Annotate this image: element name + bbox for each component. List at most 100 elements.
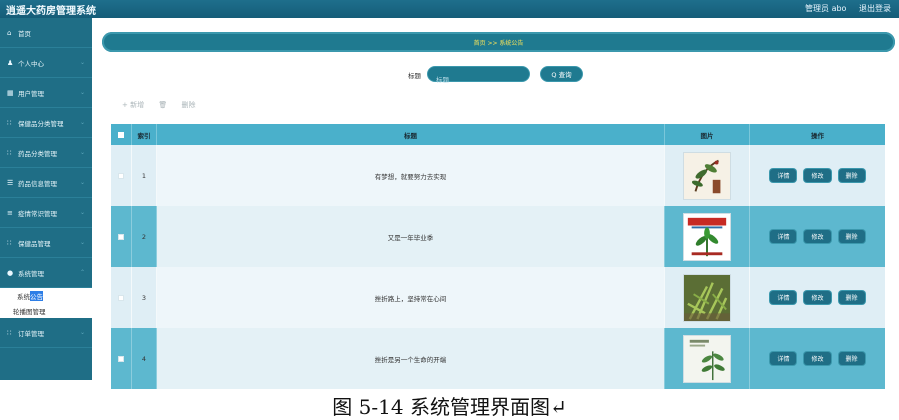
delete-row-button[interactable]: 删除 — [838, 230, 865, 243]
row-checkbox[interactable] — [118, 172, 124, 179]
row-index: 4 — [132, 328, 157, 389]
notice-image — [683, 334, 731, 383]
search-button[interactable]: Q 查询 — [540, 66, 583, 82]
header-cell-checkbox — [111, 124, 132, 145]
table-row: 4 挫折是另一个生命的开端 详情 修改 删除 — [111, 328, 885, 389]
row-checkbox-cell — [111, 328, 132, 389]
sidebar-item-label: 用户管理 — [18, 89, 44, 98]
chevron-down-icon: ⌄ — [79, 239, 85, 246]
sidebar-item-label: 药品信息管理 — [18, 179, 57, 188]
submenu-notice-part1: 系统 — [17, 292, 30, 301]
row-checkbox-cell — [111, 145, 132, 206]
apps-icon: ∷ — [7, 148, 12, 157]
top-right: 管理员 abo 退出登录 — [795, 3, 891, 14]
header-cell-ops: 操作 — [811, 131, 824, 140]
sidebar-item-label: 系统管理 — [18, 269, 44, 278]
delete-row-button[interactable]: 删除 — [838, 169, 865, 182]
sidebar-item-label: 疫情常识管理 — [18, 209, 57, 218]
row-checkbox-cell — [111, 267, 132, 328]
chevron-down-icon: ⌄ — [79, 89, 85, 96]
apps-icon: ∷ — [7, 118, 12, 127]
chevron-down-icon: ⌄ — [79, 209, 85, 216]
edit-button[interactable]: 修改 — [804, 230, 831, 243]
detail-button[interactable]: 详情 — [770, 230, 797, 243]
trash-icon: 🗑 — [158, 101, 168, 109]
menu-icon: ≡ — [7, 208, 13, 217]
row-actions: 详情 修改 删除 — [750, 267, 885, 328]
sidebar-item-label: 订单管理 — [18, 329, 44, 338]
row-checkbox[interactable] — [118, 233, 124, 240]
header-cell-image: 图片 — [665, 124, 750, 145]
row-image-cell — [665, 206, 750, 267]
submenu-notice-part2: 公告 — [30, 290, 43, 301]
row-image-cell — [665, 328, 750, 389]
sidebar-item-drug-category[interactable]: ∷ 药品分类管理 ⌄ — [0, 138, 92, 168]
row-title: 挫折路上，坚持常在心间 — [157, 267, 665, 328]
detail-button[interactable]: 详情 — [770, 352, 797, 365]
search-label: 标题 — [408, 72, 421, 80]
notice-table: 索引 标题 图片 操作 1 有梦想，就要努力去实现 详情 修改 删除 2 又是一… — [111, 124, 885, 389]
sidebar-item-system[interactable]: ● 系统管理 ⌃ — [0, 258, 92, 288]
sidebar-item-healthcare[interactable]: ∷ 保健品管理 ⌄ — [0, 228, 92, 258]
edit-button[interactable]: 修改 — [804, 291, 831, 304]
edit-button[interactable]: 修改 — [804, 169, 831, 182]
chevron-down-icon: ⌄ — [79, 59, 85, 66]
user-icon: ♟ — [7, 58, 14, 67]
chevron-down-icon: ⌄ — [79, 149, 85, 156]
apps-icon: ∷ — [7, 328, 12, 337]
detail-button[interactable]: 详情 — [770, 291, 797, 304]
row-checkbox[interactable] — [118, 355, 124, 362]
sidebar-item-orders[interactable]: ∷ 订单管理 ⌄ — [0, 318, 92, 348]
row-title: 挫折是另一个生命的开端 — [157, 328, 665, 389]
home-icon: ⌂ — [7, 28, 12, 37]
detail-button[interactable]: 详情 — [770, 169, 797, 182]
delete-row-button[interactable]: 删除 — [838, 291, 865, 304]
row-actions: 详情 修改 删除 — [750, 206, 885, 267]
system-submenu: 系统 公告 轮播图管理 — [0, 288, 92, 318]
table-row: 3 挫折路上，坚持常在心间 详情 修改 删除 — [111, 267, 885, 328]
header-cell-index: 索引 — [132, 124, 157, 145]
breadcrumb: 首页 >> 系统公告 — [473, 40, 524, 47]
edit-button[interactable]: 修改 — [804, 352, 831, 365]
delete-row-button[interactable]: 删除 — [838, 352, 865, 365]
sidebar-item-users[interactable]: ▦ 用户管理 ⌄ — [0, 78, 92, 108]
sidebar-item-label: 首页 — [18, 29, 31, 38]
sidebar-item-label: 保健品管理 — [18, 239, 51, 248]
chevron-down-icon: ⌄ — [79, 179, 85, 186]
table-row: 1 有梦想，就要努力去实现 详情 修改 删除 — [111, 145, 885, 206]
table-row: 2 又是一年毕业季 详情 修改 删除 — [111, 206, 885, 267]
sidebar-item-home[interactable]: ⌂ 首页 — [0, 18, 92, 48]
main-content: 首页 >> 系统公告 标题 Q 查询 + 新增 🗑 删除 索引 标题 图片 操作… — [92, 18, 899, 389]
select-all-checkbox[interactable] — [118, 131, 124, 138]
chevron-up-icon: ⌃ — [79, 269, 85, 276]
row-index: 2 — [132, 206, 157, 267]
search-input[interactable] — [428, 73, 529, 87]
breadcrumb-bar: 首页 >> 系统公告 — [102, 32, 895, 52]
logout-link[interactable]: 退出登录 — [859, 4, 891, 13]
delete-button[interactable]: 🗑 删除 — [158, 101, 207, 109]
apps-icon: ∷ — [7, 238, 12, 247]
location-icon: ● — [7, 268, 14, 277]
sidebar-item-epidemic[interactable]: ≡ 疫情常识管理 ⌄ — [0, 198, 92, 228]
delete-label: 删除 — [181, 101, 196, 109]
submenu-item-carousel[interactable]: 轮播图管理 — [0, 303, 92, 318]
sidebar-item-label: 药品分类管理 — [18, 149, 57, 158]
row-checkbox[interactable] — [118, 294, 124, 301]
row-image-cell — [665, 145, 750, 206]
row-checkbox-cell — [111, 206, 132, 267]
add-button[interactable]: + 新增 — [122, 101, 144, 109]
notice-image — [683, 151, 731, 200]
submenu-item-notice[interactable]: 系统 公告 — [0, 288, 92, 303]
sidebar-item-healthcare-category[interactable]: ∷ 保健品分类管理 ⌄ — [0, 108, 92, 138]
sidebar-item-label: 个人中心 — [18, 59, 44, 68]
figure-caption: 图 5-14 系统管理界面图↵ — [332, 395, 567, 419]
notice-image — [683, 273, 731, 322]
top-bar: 逍遥大药房管理系统 管理员 abo 退出登录 — [0, 0, 899, 18]
table-header: 索引 标题 图片 操作 — [111, 124, 885, 145]
sidebar-item-drug-info[interactable]: ☰ 药品信息管理 ⌄ — [0, 168, 92, 198]
sidebar-item-profile[interactable]: ♟ 个人中心 ⌄ — [0, 48, 92, 78]
admin-label: 管理员 abo — [805, 4, 847, 13]
sidebar-item-label: 保健品分类管理 — [18, 119, 64, 128]
row-image-cell — [665, 267, 750, 328]
chevron-down-icon: ⌄ — [79, 329, 85, 336]
